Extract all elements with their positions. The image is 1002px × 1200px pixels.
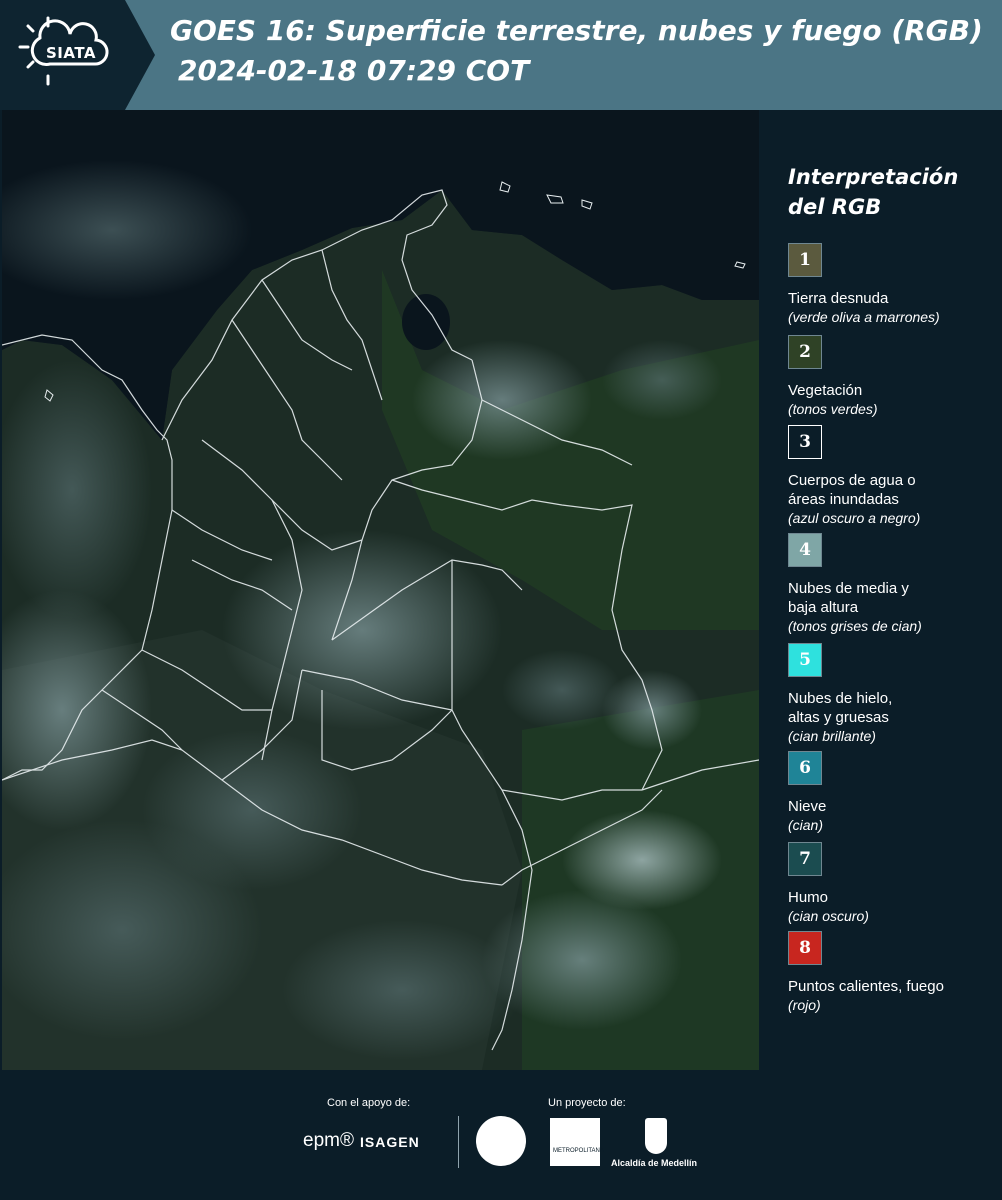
legend-swatch: 7 (788, 842, 822, 876)
siata-logo-text: SIATA (46, 44, 97, 62)
legend-swatch: 5 (788, 643, 822, 677)
siata-logo: SIATA (0, 0, 155, 110)
legend-swatch: 1 (788, 243, 822, 277)
legend-item-sub: (rojo) (788, 997, 821, 1013)
alcaldia-shield-icon (645, 1118, 667, 1154)
legend-swatch: 6 (788, 751, 822, 785)
legend-item-label: Nubes de hielo, altas y gruesas (788, 690, 893, 726)
legend-swatch: 8 (788, 931, 822, 965)
legend-item-1: 1 Tierra desnuda (verde oliva a marrones… (788, 243, 998, 327)
satellite-map (2, 110, 759, 1070)
legend-item-6: 6 Nieve (cian) (788, 751, 998, 835)
legend-item-2: 2 Vegetación (tonos verdes) (788, 335, 998, 419)
legend-item-label: Nubes de media y baja altura (788, 580, 909, 616)
rgb-legend: Interpretación del RGB 1 Tierra desnuda … (760, 110, 1002, 1070)
legend-swatch: 3 (788, 425, 822, 459)
footer-divider (458, 1116, 459, 1168)
image-datetime: 2024-02-18 07:29 COT (178, 54, 530, 87)
legend-item-label: Cuerpos de agua o áreas inundadas (788, 472, 916, 508)
alcaldia-logo-text: Alcaldía de Medellín (611, 1158, 698, 1168)
legend-item-sub: (tonos verdes) (788, 401, 878, 417)
legend-item-4: 4 Nubes de media y baja altura (tonos gr… (788, 533, 998, 636)
legend-item-label: Humo (788, 889, 829, 906)
legend-item-sub: (cian) (788, 817, 824, 833)
legend-item-3: 3 Cuerpos de agua o áreas inundadas (azu… (788, 425, 998, 528)
page-title: GOES 16: Superficie terrestre, nubes y f… (170, 14, 983, 47)
legend-item-sub: (azul oscuro a negro) (788, 510, 921, 526)
legend-item-label: Vegetación (788, 382, 863, 399)
legend-item-8: 8 Puntos calientes, fuego (rojo) (788, 931, 998, 1015)
epm-logo: epm® (303, 1130, 354, 1151)
project-label: Un proyecto de: (548, 1097, 626, 1109)
legend-item-sub: (tonos grises de cian) (788, 618, 922, 634)
legend-item-sub: (verde oliva a marrones) (788, 309, 940, 325)
isagen-logo: ISAGEN (360, 1134, 420, 1150)
area-metropolitana-logo (550, 1118, 600, 1166)
university-seal-icon (476, 1116, 526, 1166)
legend-item-7: 7 Humo (cian oscuro) (788, 842, 998, 926)
legend-swatch: 2 (788, 335, 822, 369)
support-label: Con el apoyo de: (327, 1097, 411, 1109)
legend-title: Interpretación del RGB (788, 162, 958, 222)
legend-item-label: Nieve (788, 798, 827, 815)
footer: Con el apoyo de: Un proyecto de: epm® IS… (0, 1070, 1002, 1200)
legend-item-label: Puntos calientes, fuego (788, 978, 944, 995)
header-bar: SIATA GOES 16: Superficie terrestre, nub… (0, 0, 1002, 110)
legend-item-label: Tierra desnuda (788, 290, 889, 307)
legend-swatch: 4 (788, 533, 822, 567)
legend-item-sub: (cian oscuro) (788, 908, 869, 924)
area-metropolitana-text: METROPOLITANA (553, 1148, 604, 1154)
legend-title-line2: del RGB (788, 195, 882, 219)
legend-item-sub: (cian brillante) (788, 728, 876, 744)
legend-item-5: 5 Nubes de hielo, altas y gruesas (cian … (788, 643, 998, 746)
legend-title-line1: Interpretación (788, 165, 959, 189)
